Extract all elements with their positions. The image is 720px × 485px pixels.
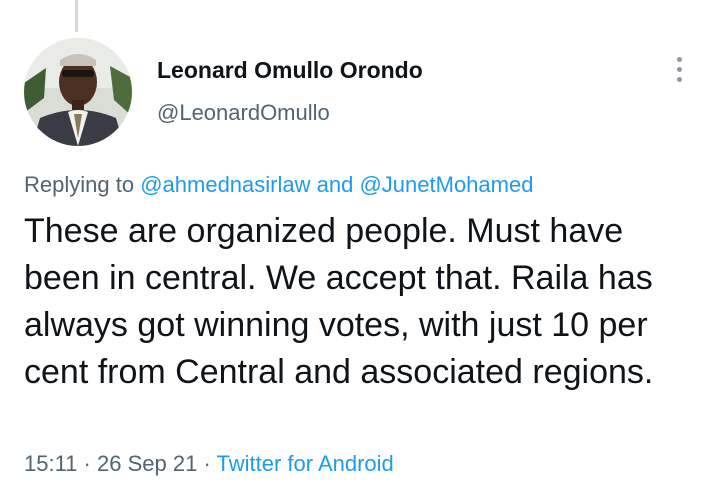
tweet-time[interactable]: 15:11	[24, 451, 77, 476]
tweet-source-link[interactable]: Twitter for Android	[216, 451, 393, 476]
mention-link-junetmohamed[interactable]: @JunetMohamed	[359, 172, 533, 197]
tweet-date[interactable]: 26 Sep 21	[97, 451, 197, 476]
meta-separator: ·	[83, 451, 91, 476]
avatar[interactable]	[24, 38, 132, 146]
user-handle[interactable]: @LeonardOmullo	[157, 100, 423, 126]
reply-connector: and	[316, 172, 354, 197]
meta-separator: ·	[203, 451, 211, 476]
replying-to-label: Replying to	[24, 172, 135, 197]
tweet-metadata: 15:11 · 26 Sep 21 · Twitter for Android	[24, 450, 394, 478]
avatar-image	[24, 38, 132, 146]
reply-context: Replying to @ahmednasirlaw and @JunetMoh…	[24, 171, 533, 199]
mention-link-ahmednasirlaw[interactable]: @ahmednasirlaw	[140, 172, 310, 197]
tweet-text: These are organized people. Must have be…	[24, 212, 654, 391]
display-name[interactable]: Leonard Omullo Orondo	[157, 57, 423, 83]
tweet: Leonard Omullo Orondo @LeonardOmullo Rep…	[0, 0, 720, 485]
author-info: Leonard Omullo Orondo @LeonardOmullo	[157, 57, 423, 126]
more-options-button[interactable]	[668, 55, 692, 85]
